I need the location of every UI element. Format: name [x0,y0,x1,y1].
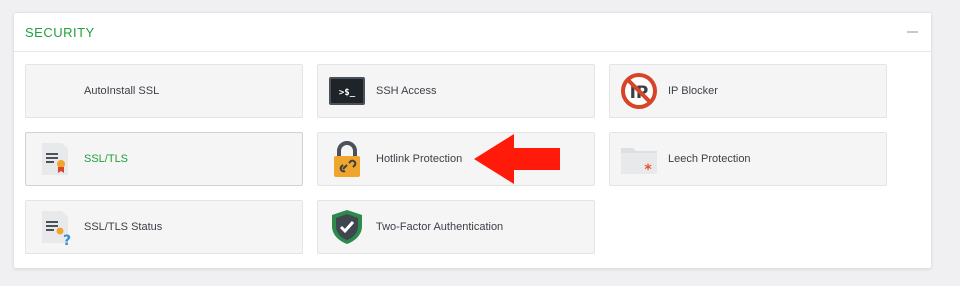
red-arrow-icon [474,134,560,184]
item-leech-protection[interactable]: * Leech Protection [609,132,887,186]
item-label: SSL/TLS Status [84,221,163,233]
item-label: IP Blocker [668,85,718,97]
item-label: Leech Protection [668,153,751,165]
item-autoinstall-ssl[interactable]: AutoInstall SSL [25,64,303,118]
ip-blocker-icon: IP [620,72,658,110]
autoinstall-ssl-icon [36,72,74,110]
terminal-icon: >$_ [328,72,366,110]
padlock-icon [328,140,366,178]
security-panel: SECURITY AutoInstall SSL >$_ SSH Access … [13,12,932,269]
item-label: Hotlink Protection [376,153,463,165]
item-label: SSH Access [376,85,437,97]
item-label: AutoInstall SSL [84,85,160,97]
svg-text:?: ? [63,233,71,246]
svg-text:*: * [644,162,652,178]
shield-check-icon [328,208,366,246]
panel-header[interactable]: SECURITY [14,13,931,52]
ssl-status-icon: ? [36,208,74,246]
item-two-factor-authentication[interactable]: Two-Factor Authentication [317,200,595,254]
item-label: SSL/TLS [84,153,129,165]
item-ssh-access[interactable]: >$_ SSH Access [317,64,595,118]
item-ip-blocker[interactable]: IP IP Blocker [609,64,887,118]
item-ssl-tls-status[interactable]: ? SSL/TLS Status [25,200,303,254]
folder-icon: * [620,140,658,178]
item-label: Two-Factor Authentication [376,221,504,233]
collapse-icon[interactable] [907,31,918,33]
svg-text:>$_: >$_ [339,88,356,98]
panel-title: SECURITY [25,25,95,40]
ssl-certificate-icon [36,140,74,178]
item-ssl-tls[interactable]: SSL/TLS [25,132,303,186]
